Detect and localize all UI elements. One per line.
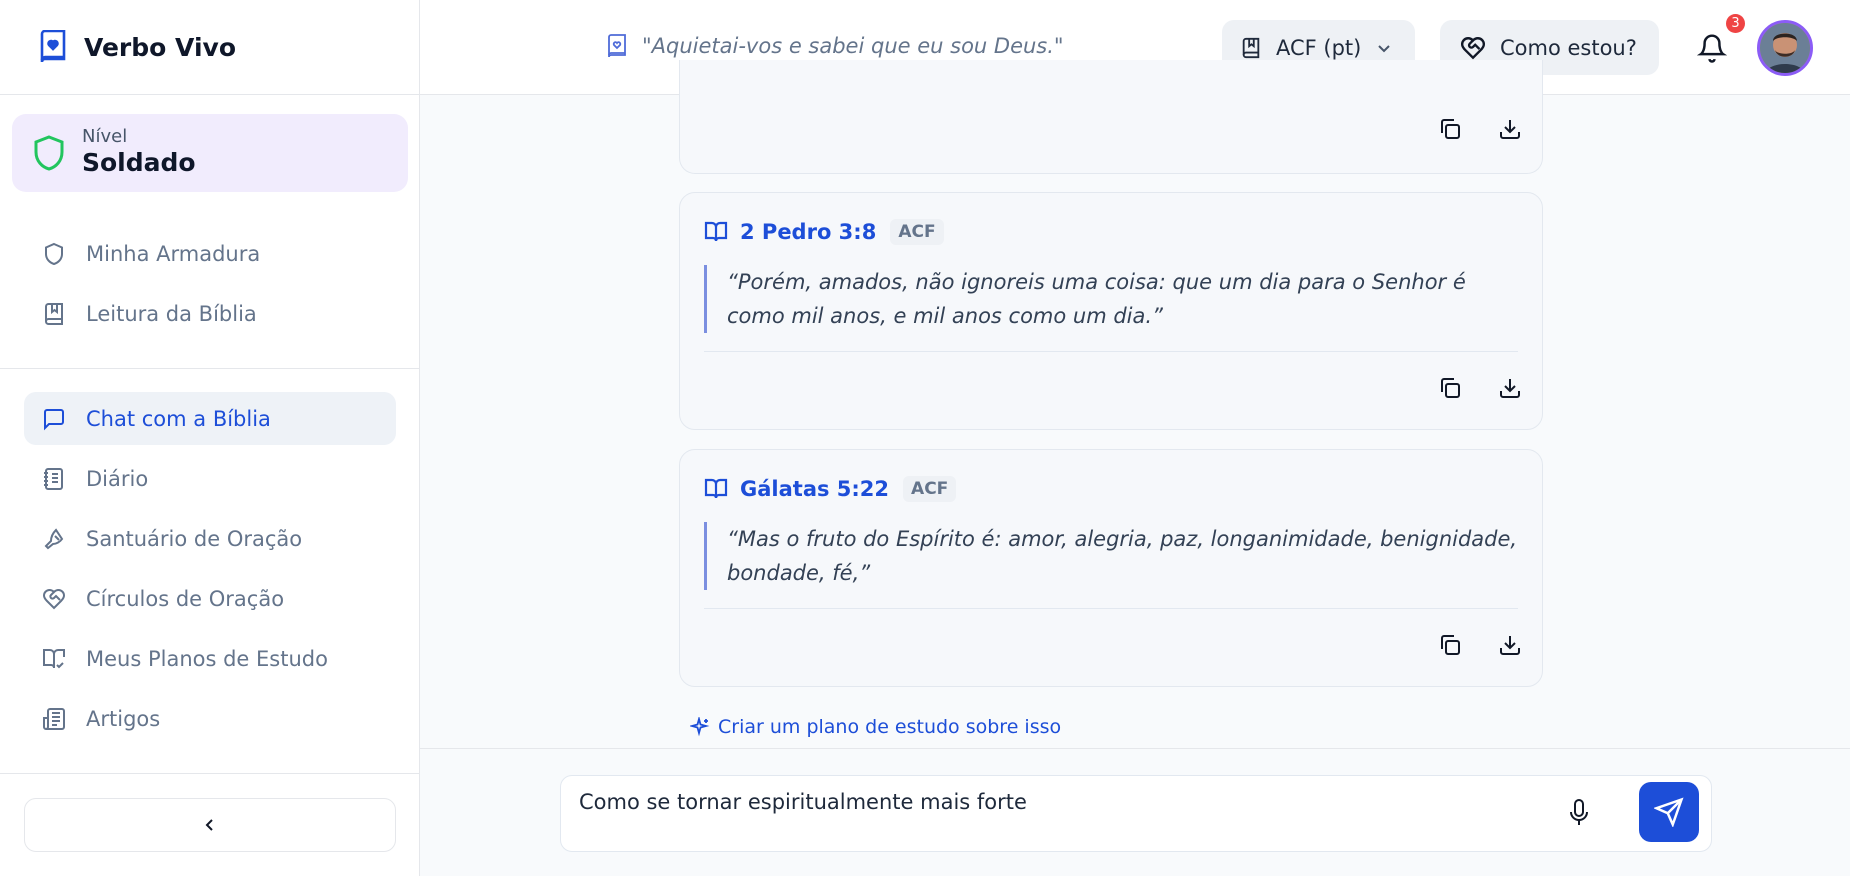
card-divider bbox=[704, 608, 1518, 609]
card-divider bbox=[704, 351, 1518, 352]
book-bookmark-icon bbox=[45, 302, 63, 325]
sidebar-item-label: Círculos de Oração bbox=[86, 586, 285, 611]
sidebar-item-artigos[interactable]: Artigos bbox=[24, 692, 396, 745]
sidebar-item-diario[interactable]: Diário bbox=[24, 452, 396, 505]
sidebar-divider bbox=[0, 773, 420, 774]
sidebar-item-santuario-de-oracao[interactable]: Santuário de Oração bbox=[24, 512, 396, 565]
download-icon[interactable] bbox=[1498, 375, 1522, 401]
mood-button-label: Como estou? bbox=[1500, 35, 1637, 60]
send-button[interactable] bbox=[1639, 782, 1699, 842]
level-label: Nível bbox=[82, 126, 128, 147]
brand: Verbo Vivo bbox=[0, 0, 419, 95]
newspaper-icon bbox=[43, 707, 65, 730]
create-study-plan-label: Criar um plano de estudo sobre isso bbox=[718, 716, 1062, 738]
verse-card-actions bbox=[1438, 375, 1522, 401]
create-study-plan-link[interactable]: Criar um plano de estudo sobre isso bbox=[690, 716, 1061, 738]
notebook-icon bbox=[44, 467, 63, 490]
heart-handshake-icon bbox=[1460, 36, 1486, 59]
sidebar-item-label: Artigos bbox=[86, 706, 161, 731]
shield-icon bbox=[45, 242, 63, 265]
bible-version-value: ACF (pt) bbox=[1276, 35, 1362, 60]
verse-reference[interactable]: Gálatas 5:22 bbox=[740, 477, 889, 501]
sidebar-item-minha-armadura[interactable]: Minha Armadura bbox=[24, 227, 396, 280]
level-value: Soldado bbox=[82, 148, 196, 177]
sidebar-nav-secondary: Chat com a Bíblia Diário Santuário de Or… bbox=[24, 392, 396, 752]
sidebar: Verbo Vivo Nível Soldado Minha Armadura … bbox=[0, 0, 420, 876]
chat-input[interactable]: Como se tornar espiritualmente mais fort… bbox=[560, 775, 1712, 852]
message-square-icon bbox=[44, 408, 64, 430]
verse-card-actions bbox=[1438, 116, 1522, 142]
user-avatar[interactable] bbox=[1757, 20, 1813, 76]
sparkles-icon bbox=[690, 717, 710, 737]
verse-reference[interactable]: 2 Pedro 3:8 bbox=[740, 220, 876, 244]
level-card[interactable]: Nível Soldado bbox=[12, 114, 408, 192]
shield-icon bbox=[34, 135, 64, 171]
verse-card: Gálatas 5:22 ACF “Mas o fruto do Espírit… bbox=[679, 449, 1543, 687]
chat-input-value: Como se tornar espiritualmente mais fort… bbox=[579, 790, 1027, 814]
notification-count-badge: 3 bbox=[1726, 14, 1745, 33]
sidebar-item-label: Minha Armadura bbox=[86, 241, 261, 266]
chevron-left-icon bbox=[205, 819, 213, 831]
app-name: Verbo Vivo bbox=[84, 32, 236, 62]
bell-icon[interactable] bbox=[1697, 32, 1727, 64]
praying-hands-icon bbox=[44, 527, 64, 549]
sidebar-item-label: Diário bbox=[86, 466, 149, 491]
chat-input-bar: Como se tornar espiritualmente mais fort… bbox=[420, 748, 1850, 876]
sidebar-item-label: Meus Planos de Estudo bbox=[86, 646, 328, 671]
chevron-down-icon bbox=[1378, 44, 1391, 52]
avatar-image bbox=[1760, 23, 1810, 73]
sidebar-item-meus-planos-de-estudo[interactable]: Meus Planos de Estudo bbox=[24, 632, 396, 685]
verse-text: “Mas o fruto do Espírito é: amor, alegri… bbox=[704, 522, 1524, 590]
copy-icon[interactable] bbox=[1438, 632, 1462, 658]
book-open-icon bbox=[704, 478, 728, 499]
copy-icon[interactable] bbox=[1438, 375, 1462, 401]
sidebar-item-label: Santuário de Oração bbox=[86, 526, 303, 551]
verse-version-badge: ACF bbox=[903, 476, 957, 502]
collapse-sidebar-button[interactable] bbox=[24, 798, 396, 852]
send-icon bbox=[1654, 797, 1684, 827]
sidebar-item-circulos-de-oracao[interactable]: Círculos de Oração bbox=[24, 572, 396, 625]
book-open-icon bbox=[704, 221, 728, 242]
verse-text: “Porém, amados, não ignoreis uma coisa: … bbox=[704, 265, 1524, 333]
verse-card: 2 Pedro 3:8 ACF “Porém, amados, não igno… bbox=[679, 192, 1543, 430]
book-bookmark-icon bbox=[1242, 37, 1260, 58]
verse-reference-row: Gálatas 5:22 ACF bbox=[704, 476, 957, 502]
verse-card-actions bbox=[1438, 632, 1522, 658]
download-icon[interactable] bbox=[1498, 116, 1522, 142]
verse-card-previous bbox=[679, 60, 1543, 174]
bible-heart-icon bbox=[608, 34, 626, 58]
heart-handshake-icon bbox=[42, 588, 66, 609]
daily-verse-text: "Aquietai-vos e sabei que eu sou Deus." bbox=[642, 34, 1064, 58]
sidebar-item-label: Leitura da Bíblia bbox=[86, 301, 257, 326]
daily-verse-banner: "Aquietai-vos e sabei que eu sou Deus." bbox=[606, 34, 1064, 58]
book-open-check-icon bbox=[43, 648, 65, 668]
copy-icon[interactable] bbox=[1438, 116, 1462, 142]
verse-version-badge: ACF bbox=[890, 219, 944, 245]
verse-reference-row: 2 Pedro 3:8 ACF bbox=[704, 219, 944, 245]
microphone-icon[interactable] bbox=[1567, 798, 1591, 828]
bible-logo-icon bbox=[40, 30, 66, 63]
sidebar-item-chat-com-a-biblia[interactable]: Chat com a Bíblia bbox=[24, 392, 396, 445]
download-icon[interactable] bbox=[1498, 632, 1522, 658]
sidebar-nav-primary: Minha Armadura Leitura da Bíblia bbox=[24, 227, 396, 347]
sidebar-divider bbox=[0, 368, 420, 369]
sidebar-item-leitura-da-biblia[interactable]: Leitura da Bíblia bbox=[24, 287, 396, 340]
sidebar-item-label: Chat com a Bíblia bbox=[86, 406, 271, 431]
